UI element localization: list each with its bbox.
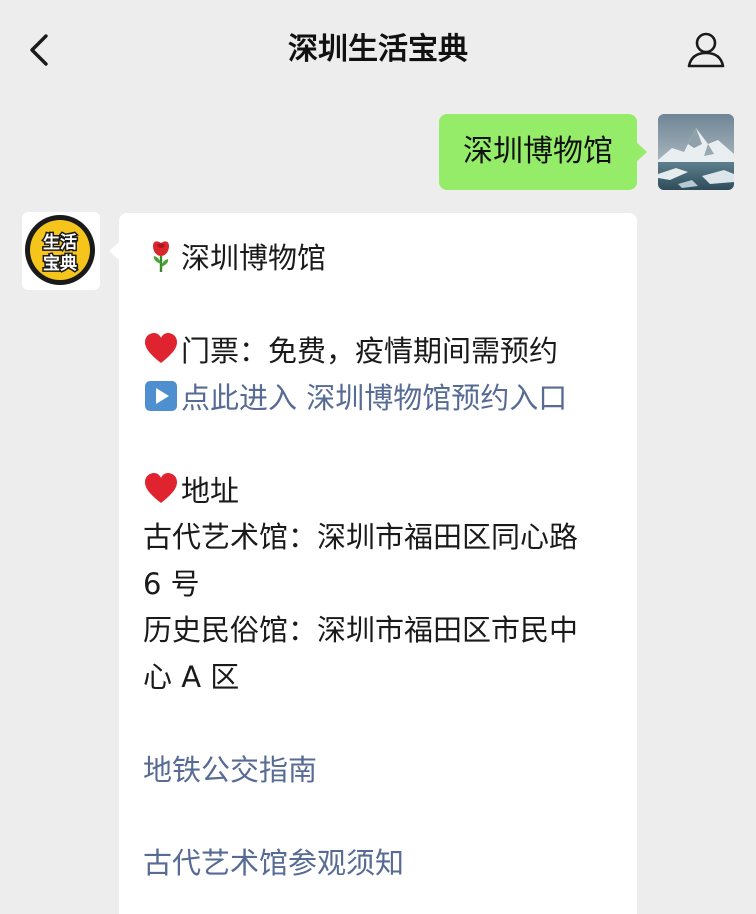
logo-text-top: 生活 [43, 232, 77, 253]
heart-icon [143, 331, 179, 367]
mountain-landscape-avatar [658, 114, 734, 190]
sent-message-bubble[interactable]: 深圳博物馆 [439, 114, 647, 190]
heart-icon [143, 471, 179, 507]
top-bar: 深圳生活宝典 [0, 0, 756, 100]
logo-text-bottom: 宝典 [43, 253, 77, 274]
ticket-info: 门票：免费，疫情期间需预约 [181, 334, 559, 368]
person-icon [687, 32, 725, 68]
transit-guide-link[interactable]: 地铁公交指南 [143, 747, 613, 794]
address-heading-line: 地址 [143, 468, 613, 515]
my-avatar[interactable] [658, 114, 734, 190]
chat-screen: 深圳生活宝典 深圳博物馆 生活 宝典 深圳博物馆 门票：免费，疫情期间需预约 点… [0, 0, 756, 914]
chat-info-button[interactable] [684, 28, 728, 72]
museum-heading-line: 深圳博物馆 [143, 235, 613, 282]
ancient-hall-address-1: 古代艺术馆：深圳市福田区同心路 [143, 520, 579, 554]
play-button-icon [143, 378, 179, 414]
address-heading: 地址 [181, 473, 240, 508]
booking-line[interactable]: 点此进入 深圳博物馆预约入口 [143, 375, 613, 422]
visit-notice-link[interactable]: 古代艺术馆参观须知 [143, 840, 613, 887]
ancient-hall-address-2: 6 号 [143, 566, 200, 601]
sender-avatar[interactable]: 生活 宝典 [22, 212, 100, 290]
received-message-bubble: 深圳博物馆 门票：免费，疫情期间需预约 点此进入 深圳博物馆预约入口 地址 古代… [109, 213, 637, 914]
rose-icon [143, 238, 179, 274]
ticket-line: 门票：免费，疫情期间需预约 [143, 328, 613, 375]
shenghuo-baodian-logo: 生活 宝典 [25, 215, 95, 285]
folk-hall-address-1: 历史民俗馆：深圳市福田区市民中 [143, 613, 579, 647]
chat-title: 深圳生活宝典 [288, 32, 468, 67]
booking-link[interactable]: 点此进入 深圳博物馆预约入口 [181, 381, 567, 415]
museum-heading: 深圳博物馆 [181, 241, 327, 275]
folk-hall-address-2: 心 A 区 [143, 659, 240, 694]
